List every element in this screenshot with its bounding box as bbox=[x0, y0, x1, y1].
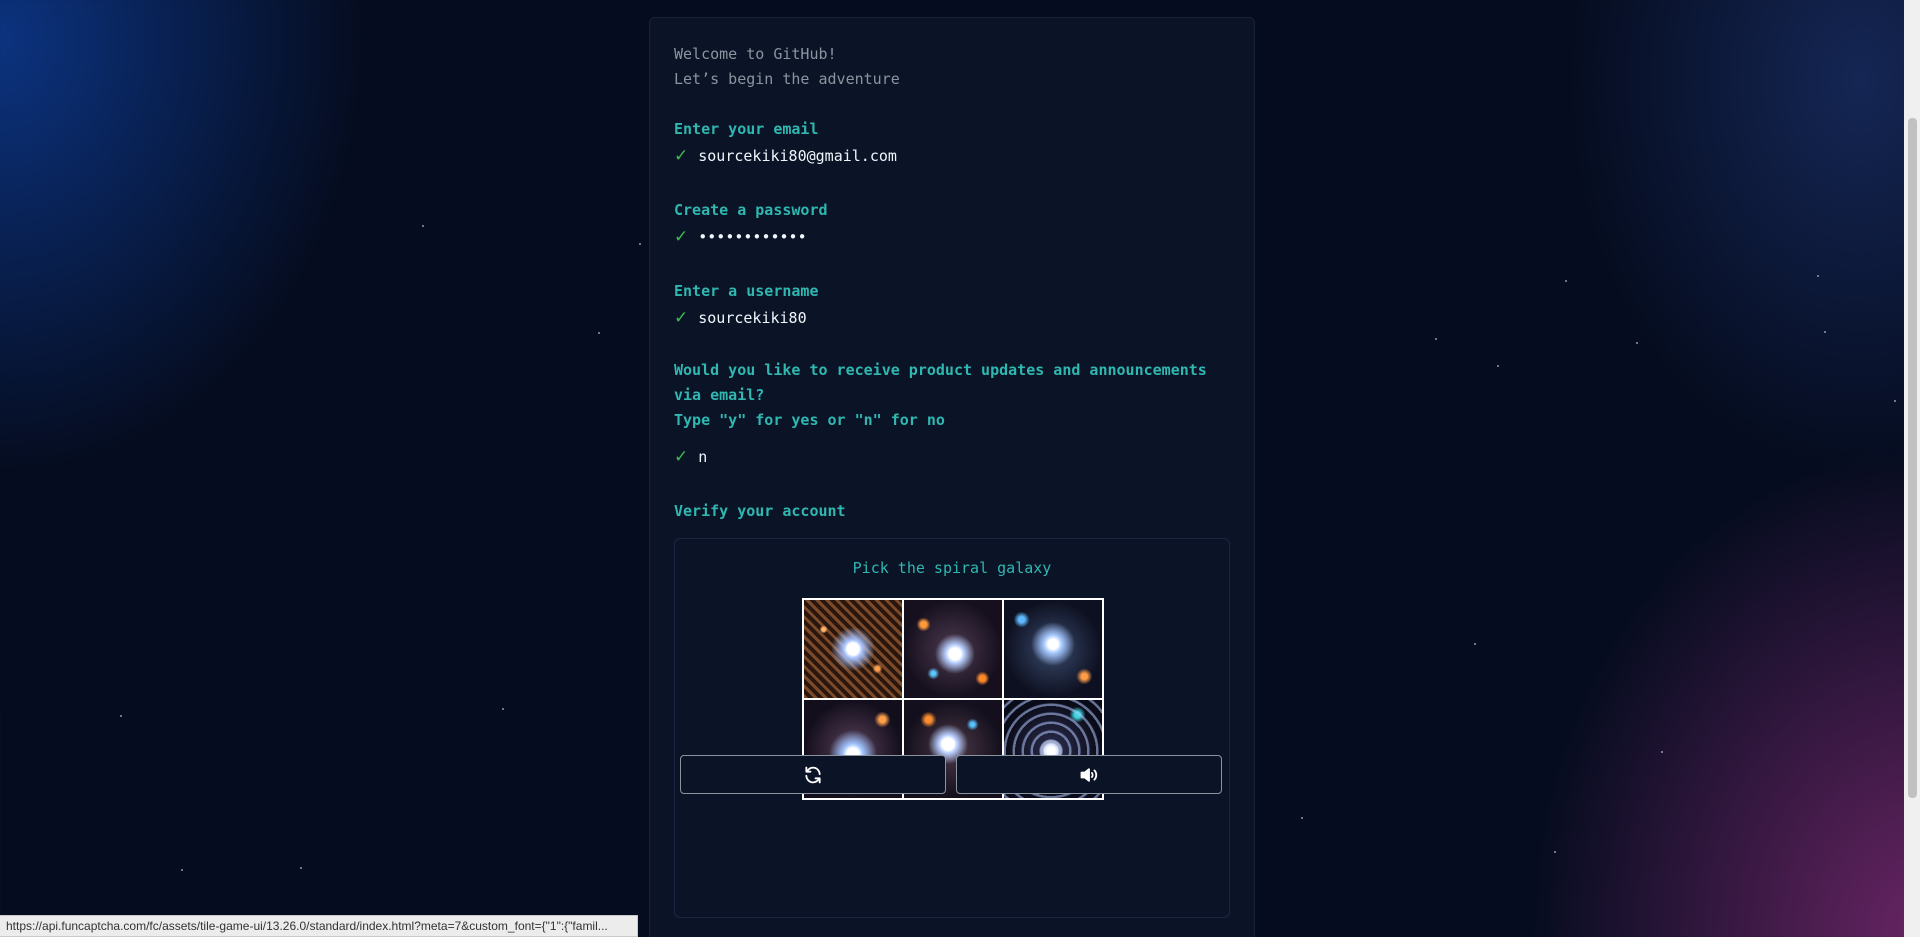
status-bar-url: https://api.funcaptcha.com/fc/assets/til… bbox=[0, 915, 638, 937]
updates-hint: Type "y" for yes or "n" for no bbox=[674, 411, 945, 429]
refresh-icon bbox=[805, 766, 821, 783]
username-field[interactable]: ✓ sourcekiki80 bbox=[674, 308, 807, 328]
password-label: Create a password bbox=[674, 201, 828, 219]
email-label: Enter your email bbox=[674, 120, 819, 138]
check-icon: ✓ bbox=[674, 227, 689, 247]
check-icon: ✓ bbox=[674, 146, 689, 166]
updates-value: n bbox=[698, 448, 708, 466]
page-scrollbar[interactable] bbox=[1904, 0, 1920, 937]
captcha-prompt: Pick the spiral galaxy bbox=[852, 559, 1052, 577]
check-icon: ✓ bbox=[674, 447, 689, 467]
username-label: Enter a username bbox=[674, 282, 819, 300]
signup-panel: Welcome to GitHub! Let’s begin the adven… bbox=[649, 17, 1255, 937]
speaker-icon bbox=[1080, 767, 1098, 782]
galaxy-tile-2[interactable] bbox=[903, 599, 1003, 699]
welcome-subheading: Let’s begin the adventure bbox=[674, 70, 900, 88]
updates-field[interactable]: ✓ n bbox=[674, 447, 707, 467]
updates-question: Would you like to receive product update… bbox=[674, 361, 1207, 404]
captcha-frame: Pick the spiral galaxy bbox=[674, 538, 1230, 918]
email-field[interactable]: ✓ sourcekiki80@gmail.com bbox=[674, 146, 897, 166]
verify-label: Verify your account bbox=[674, 502, 846, 520]
password-field[interactable]: ✓ •••••••••••• bbox=[674, 227, 807, 247]
galaxy-tile-3[interactable] bbox=[1003, 599, 1103, 699]
scrollbar-thumb[interactable] bbox=[1908, 118, 1917, 798]
welcome-heading: Welcome to GitHub! bbox=[674, 45, 837, 63]
password-value: •••••••••••• bbox=[698, 228, 807, 246]
email-value: sourcekiki80@gmail.com bbox=[698, 147, 897, 165]
galaxy-tile-1[interactable] bbox=[803, 599, 903, 699]
audio-challenge-button[interactable] bbox=[956, 755, 1222, 794]
refresh-button[interactable] bbox=[680, 755, 946, 794]
check-icon: ✓ bbox=[674, 308, 689, 328]
username-value: sourcekiki80 bbox=[698, 309, 807, 327]
